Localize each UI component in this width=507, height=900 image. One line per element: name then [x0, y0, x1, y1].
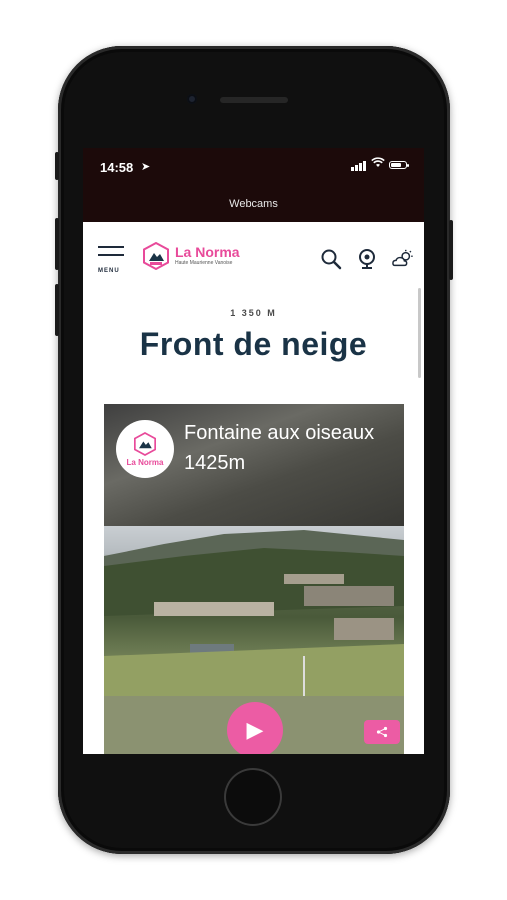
- logo-subtitle: Haute Maurienne Vanoise: [175, 260, 233, 266]
- play-button[interactable]: ▶: [227, 702, 283, 754]
- menu-label: MENU: [98, 268, 120, 274]
- logo-name: La Norma: [175, 244, 240, 260]
- silent-switch: [55, 152, 59, 180]
- phone-screen: 14:58 ➤ Webcams MENU La Norma Haute Maur…: [83, 148, 424, 754]
- wifi-icon: [371, 157, 385, 171]
- search-icon[interactable]: [320, 248, 342, 270]
- site-header: MENU La Norma Haute Maurienne Vanoise: [83, 222, 424, 294]
- logo-hexagon-icon: [143, 241, 169, 271]
- menu-button[interactable]: MENU: [98, 246, 126, 276]
- webcam-card[interactable]: La Norma Fontaine aux oiseaux 1425m ▶: [104, 404, 404, 754]
- webcam-card-logo-name: La Norma: [126, 457, 164, 467]
- play-icon: ▶: [246, 717, 264, 742]
- site-logo[interactable]: La Norma Haute Maurienne Vanoise: [143, 241, 240, 271]
- webcam-card-title: Fontaine aux oiseaux 1425m: [184, 422, 375, 474]
- status-bar: 14:58 ➤: [83, 148, 424, 190]
- share-button[interactable]: [364, 720, 400, 744]
- browser-title-bar[interactable]: Webcams: [83, 190, 424, 222]
- weather-icon[interactable]: [392, 248, 414, 270]
- webcam-card-header: La Norma Fontaine aux oiseaux 1425m: [104, 404, 404, 526]
- webcam-card-logo: La Norma: [116, 420, 174, 478]
- front-camera: [187, 94, 197, 104]
- location-arrow-icon: ➤: [141, 161, 151, 173]
- webcam-icon[interactable]: [356, 248, 378, 270]
- earpiece-speaker: [220, 97, 288, 103]
- webcam-image[interactable]: ▶: [104, 526, 404, 754]
- status-time: 14:58: [100, 160, 134, 175]
- logo-hexagon-icon: [134, 431, 156, 456]
- share-icon: [376, 726, 388, 738]
- home-button[interactable]: [224, 768, 282, 826]
- volume-down-button: [55, 284, 59, 336]
- altitude-label: 1 350 M: [230, 308, 277, 318]
- browser-page-title: Webcams: [229, 198, 278, 210]
- volume-up-button: [55, 218, 59, 270]
- page-title: Front de neige: [139, 326, 368, 362]
- scrollbar[interactable]: [418, 288, 421, 378]
- battery-icon: [389, 161, 409, 169]
- cellular-signal-icon: [351, 161, 366, 171]
- power-button: [449, 220, 453, 280]
